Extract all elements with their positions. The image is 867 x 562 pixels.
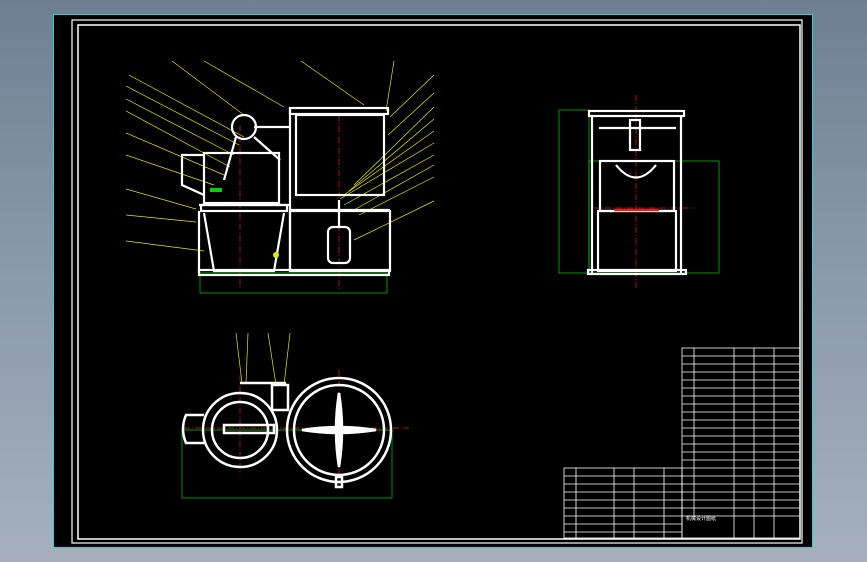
drawing-canvas[interactable]: 机械设计图纸 bbox=[53, 14, 813, 548]
inner-frame bbox=[77, 24, 801, 540]
drawing-svg: 机械设计图纸 bbox=[71, 19, 803, 544]
top-view bbox=[181, 332, 409, 499]
side-machine bbox=[586, 109, 688, 276]
title-block: 机械设计图纸 bbox=[563, 347, 801, 539]
side-dimension-2 bbox=[588, 160, 720, 274]
bom-rows-right bbox=[682, 348, 800, 538]
side-dimension-1 bbox=[558, 109, 590, 274]
bom-rows-bottom bbox=[564, 468, 682, 538]
front-view bbox=[125, 60, 435, 294]
side-view bbox=[558, 95, 720, 290]
front-green-mark bbox=[210, 188, 222, 192]
top-machine bbox=[181, 376, 393, 489]
cad-viewer: 机械设计图纸 bbox=[0, 0, 867, 562]
outer-frame bbox=[71, 19, 803, 544]
front-gear-mark bbox=[273, 252, 279, 258]
top-leaders bbox=[235, 332, 291, 386]
title-block-name: 机械设计图纸 bbox=[686, 515, 716, 522]
